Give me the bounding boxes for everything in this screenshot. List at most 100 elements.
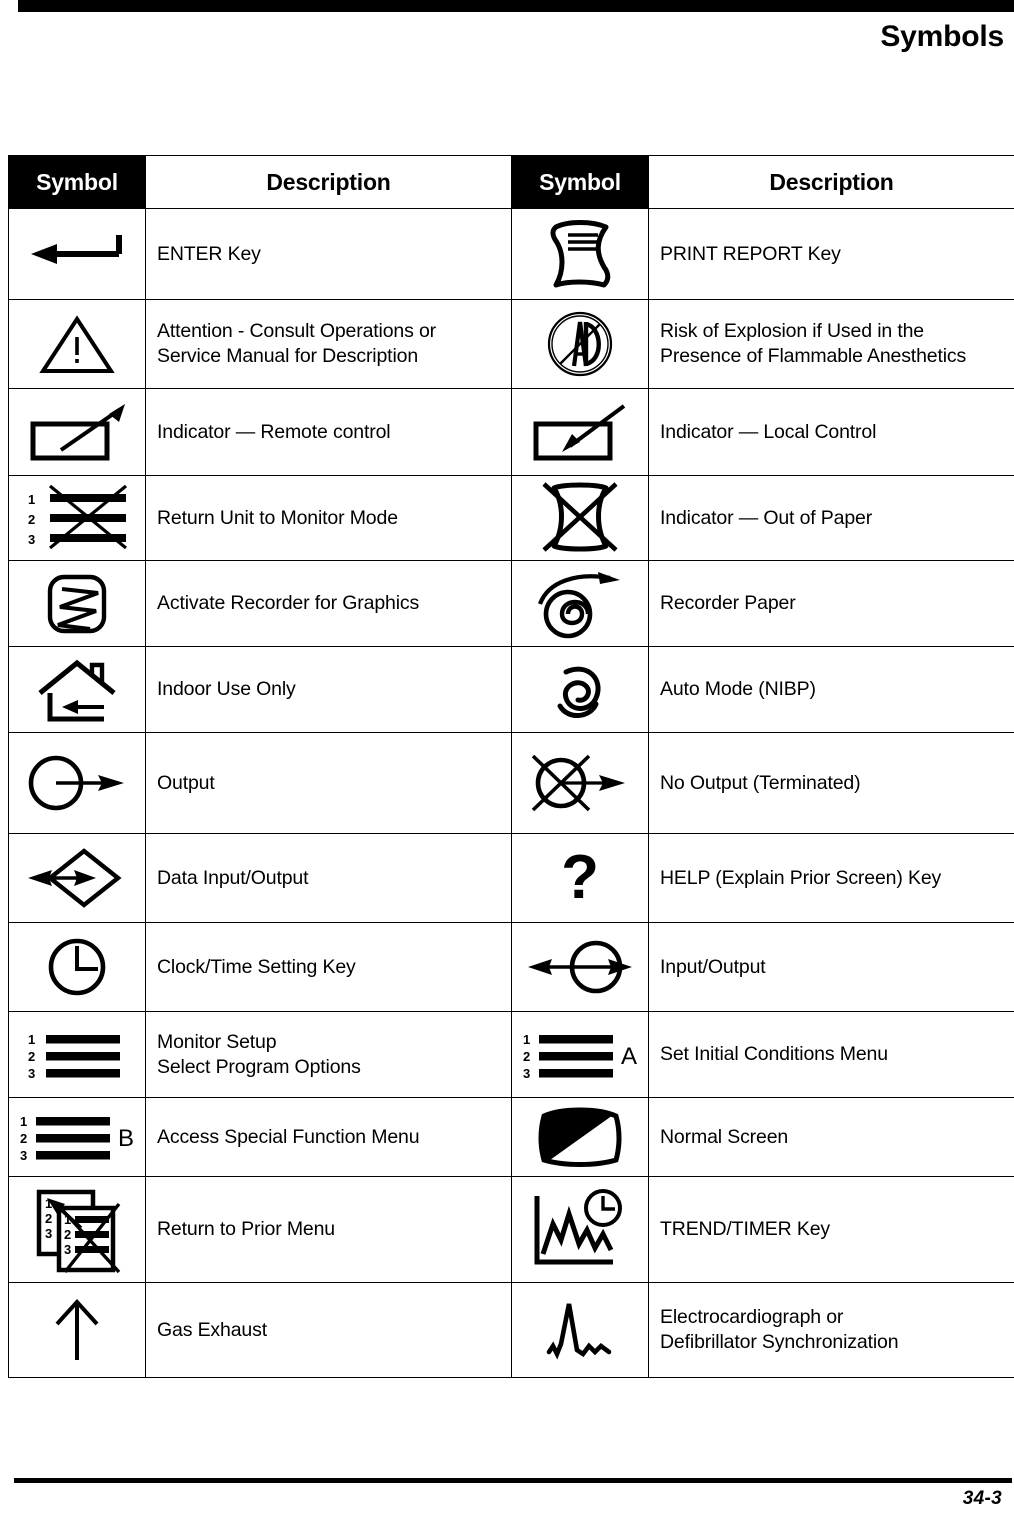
description-cell: Risk of Explosion if Used in the Presenc… [648, 299, 1014, 389]
symbol-cell [511, 732, 649, 834]
description-cell: ENTER Key [145, 208, 512, 300]
set-initial-conditions-menu-icon: 1 2 3 A [512, 1012, 648, 1097]
table-row: 1 2 3 Return Unit to Monitor Mode Indica… [8, 475, 1014, 561]
symbol-cell [8, 922, 146, 1012]
table-row: 1 2 3 1 2 3 Return to Prior Menu TREND/T… [8, 1176, 1014, 1283]
description-line: Indoor Use Only [157, 678, 296, 700]
menu-suffix-label: B [118, 1125, 134, 1152]
description-cell: Output [145, 732, 512, 834]
description-line: Select Program Options [157, 1055, 361, 1078]
description-cell: HELP (Explain Prior Screen) Key [648, 833, 1014, 923]
description-cell: Gas Exhaust [145, 1282, 512, 1378]
table-row: Output No Output (Terminated) [8, 732, 1014, 834]
svg-text:?: ? [561, 843, 599, 912]
menu-line-label-2: 2 [28, 1049, 35, 1064]
symbol-cell [511, 299, 649, 389]
table-row: 1 2 3 B Access Special Function Menu Nor… [8, 1097, 1014, 1177]
symbol-cell [511, 1176, 649, 1283]
no-flammable-anesthetics-icon [512, 300, 648, 388]
symbol-cell: ? [511, 833, 649, 923]
trend-timer-icon [512, 1177, 648, 1282]
table-row: ENTER Key PRINT REPORT Key [8, 208, 1014, 300]
description-line: HELP (Explain Prior Screen) Key [660, 866, 942, 889]
indicator-out-of-paper-icon [512, 476, 648, 560]
menu-line-label-1: 1 [28, 492, 35, 507]
table-row: Indoor Use Only Auto Mode (NIBP) [8, 646, 1014, 733]
description-cell: Clock/Time Setting Key [145, 922, 512, 1012]
clock-time-setting-icon [9, 923, 145, 1011]
table-row: 1 2 3 Monitor Setup Select Program Optio… [8, 1011, 1014, 1098]
return-prior-menu-icon: 1 2 3 1 2 3 [9, 1177, 145, 1282]
indicator-local-control-icon [512, 389, 648, 475]
description-line: Access Special Function Menu [157, 1125, 420, 1148]
menu-line-label-3: 3 [523, 1066, 530, 1081]
special-function-menu-icon: 1 2 3 B [9, 1098, 145, 1176]
description-cell: No Output (Terminated) [648, 732, 1014, 834]
table-row: Gas Exhaust Electrocardiograph or Defibr… [8, 1282, 1014, 1378]
symbol-cell [8, 560, 146, 647]
monitor-setup-menu-icon: 1 2 3 [9, 1012, 145, 1097]
menu-line-label-3b: 3 [64, 1242, 71, 1257]
menu-line-label-1: 1 [28, 1032, 35, 1047]
ecg-defib-sync-icon [512, 1283, 648, 1377]
menu-line-label-2: 2 [20, 1131, 27, 1146]
description-cell: Indicator — Remote control [145, 388, 512, 476]
output-circle-arrow-icon [9, 733, 145, 833]
auto-mode-nibp-spiral-icon [512, 647, 648, 732]
description-line: Normal Screen [660, 1125, 789, 1148]
header-rule [18, 0, 1014, 12]
symbol-cell [511, 922, 649, 1012]
symbol-cell [8, 646, 146, 733]
description-line: Return to Prior Menu [157, 1218, 335, 1240]
description-line: Indicator — Local Control [660, 420, 877, 443]
description-line: Data Input/Output [157, 866, 309, 889]
symbol-cell [511, 475, 649, 561]
menu-line-label-2: 2 [45, 1211, 52, 1226]
description-line: Gas Exhaust [157, 1318, 267, 1341]
print-report-paper-icon [512, 209, 648, 299]
no-output-terminated-icon [512, 733, 648, 833]
description-line: Activate Recorder for Graphics [157, 592, 420, 614]
description-line: Auto Mode (NIBP) [660, 678, 816, 700]
gas-exhaust-arrow-icon [9, 1283, 145, 1377]
menu-line-label-1: 1 [523, 1032, 530, 1047]
activate-recorder-icon [9, 561, 145, 646]
description-cell: Return to Prior Menu [145, 1176, 512, 1283]
column-header-description-right: Description [648, 155, 1014, 209]
symbol-cell: 1 2 3 1 2 3 [8, 1176, 146, 1283]
description-cell: Access Special Function Menu [145, 1097, 512, 1177]
menu-line-label-1: 1 [20, 1114, 27, 1129]
help-question-mark-icon: ? [512, 834, 648, 922]
symbol-cell [511, 208, 649, 300]
description-cell: Data Input/Output [145, 833, 512, 923]
description-line: Risk of Explosion if Used in the [660, 320, 924, 342]
description-cell: Auto Mode (NIBP) [648, 646, 1014, 733]
footer-rule [14, 1478, 1012, 1483]
menu-line-label-2b: 2 [64, 1227, 71, 1242]
description-line: ENTER Key [157, 242, 261, 265]
description-cell: Monitor Setup Select Program Options [145, 1011, 512, 1098]
menu-line-label-3: 3 [20, 1148, 27, 1163]
description-line: PRINT REPORT Key [660, 242, 841, 265]
description-line: Presence of Flammable Anesthetics [660, 345, 967, 367]
symbol-cell [8, 833, 146, 923]
description-line: Output [157, 771, 215, 794]
attention-triangle-icon [9, 300, 145, 388]
description-cell: Indicator — Out of Paper [648, 475, 1014, 561]
description-cell: Normal Screen [648, 1097, 1014, 1177]
symbol-cell [8, 388, 146, 476]
symbol-cell [8, 732, 146, 834]
description-cell: Indicator — Local Control [648, 388, 1014, 476]
description-cell: TREND/TIMER Key [648, 1176, 1014, 1283]
description-cell: Return Unit to Monitor Mode [145, 475, 512, 561]
description-cell: Attention - Consult Operations or Servic… [145, 299, 512, 389]
menu-line-label-3: 3 [28, 532, 35, 547]
table-row: Attention - Consult Operations or Servic… [8, 299, 1014, 389]
page-number: 34-3 [962, 1488, 1002, 1509]
table-row: Clock/Time Setting Key Input/Output [8, 922, 1014, 1012]
symbol-cell [8, 1282, 146, 1378]
description-cell: Indoor Use Only [145, 646, 512, 733]
description-line: Recorder Paper [660, 592, 796, 614]
menu-suffix-label: A [621, 1043, 637, 1070]
recorder-paper-roll-icon [512, 561, 648, 646]
